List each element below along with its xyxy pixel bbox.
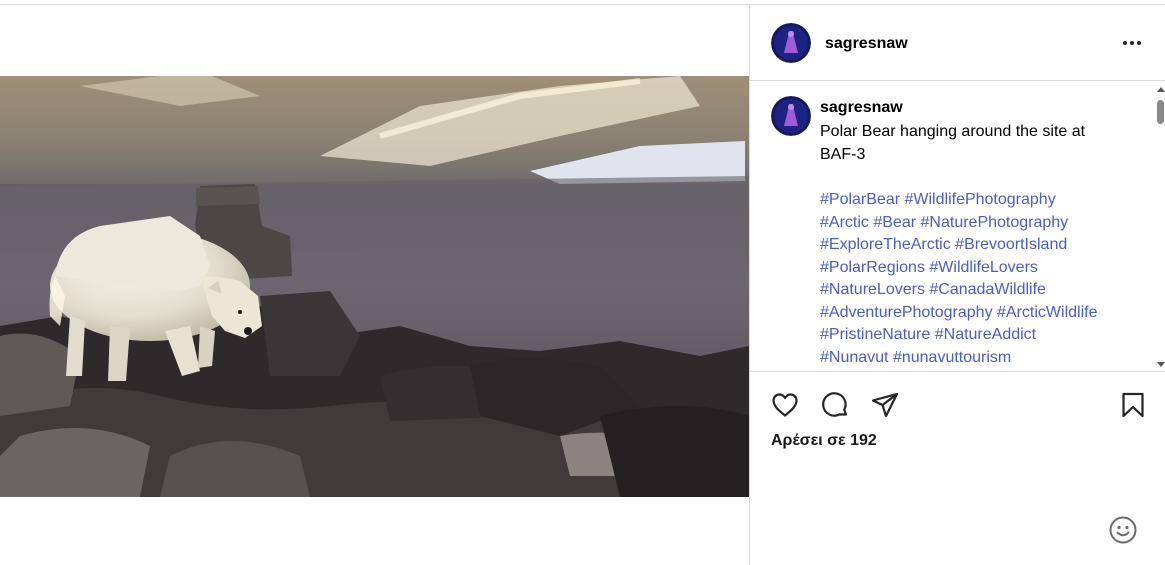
hashtag-link[interactable]: #PristineNature	[820, 326, 930, 343]
scroll-up-arrow-icon[interactable]	[1157, 87, 1165, 92]
post-caption: Polar Bear hanging around the site at BA…	[820, 121, 1150, 166]
author-avatar[interactable]	[771, 23, 811, 63]
hashtag-line: #PolarBear #WildlifePhotography	[820, 189, 1150, 212]
hashtag-line: #PristineNature #NatureAddict	[820, 324, 1150, 347]
hashtag-link[interactable]: #BrevoortIsland	[955, 236, 1067, 253]
hashtag-link[interactable]: #PolarRegions	[820, 259, 925, 276]
post-photo[interactable]	[0, 76, 749, 497]
hashtag-link[interactable]: #ExploreTheArctic	[820, 236, 951, 253]
hashtag-line: #Arctic #Bear #NaturePhotography	[820, 212, 1150, 235]
hashtag-link[interactable]: #WildlifeLovers	[929, 259, 1037, 276]
paper-plane-icon[interactable]	[870, 390, 900, 420]
hashtag-line: #ExploreTheArctic #BrevoortIsland	[820, 234, 1150, 257]
hashtag-link[interactable]: #Arctic	[820, 214, 869, 231]
hashtag-link[interactable]: #NaturePhotography	[921, 214, 1069, 231]
hashtag-link[interactable]: #NatureAddict	[935, 326, 1036, 343]
caption-author-avatar[interactable]	[771, 96, 811, 136]
more-dot	[1137, 41, 1141, 45]
post-actions-bar	[750, 390, 1165, 420]
more-dot	[1123, 41, 1127, 45]
hashtag-line: #Nunavut #nunavuttourism	[820, 347, 1150, 370]
comments-scrollbar[interactable]	[1154, 82, 1165, 371]
comment-icon[interactable]	[820, 390, 850, 420]
more-options-icon[interactable]	[1118, 31, 1146, 55]
hashtag-link[interactable]: #CanadaWildlife	[929, 281, 1046, 298]
bookmark-icon[interactable]	[1118, 390, 1148, 420]
hashtag-line: #AdventurePhotography #ArcticWildlife	[820, 302, 1150, 325]
hashtag-link[interactable]: #Nunavut	[820, 349, 889, 366]
hashtag-link[interactable]: #AdventurePhotography	[820, 304, 993, 321]
more-dot	[1130, 41, 1134, 45]
hashtag-link[interactable]: #nunavuttourism	[893, 349, 1011, 366]
hashtag-line: #NatureLovers #CanadaWildlife	[820, 279, 1150, 302]
comments-section[interactable]: sagresnaw Polar Bear hanging around the …	[750, 82, 1165, 372]
post-details-pane: sagresnaw sagresnaw Polar Bear hanging a…	[749, 5, 1165, 565]
hashtag-link[interactable]: #NatureLovers	[820, 281, 925, 298]
hashtag-link[interactable]: #Bear	[873, 214, 916, 231]
caption-line: Polar Bear hanging around the site at	[820, 123, 1086, 140]
hashtag-list: #PolarBear #WildlifePhotography #Arctic …	[820, 189, 1150, 369]
hashtag-link[interactable]: #WildlifePhotography	[905, 191, 1056, 208]
hashtag-line: #PolarRegions #WildlifeLovers	[820, 257, 1150, 280]
heart-icon[interactable]	[770, 390, 800, 420]
post-header: sagresnaw	[750, 5, 1165, 81]
likes-count[interactable]: Αρέσει σε 192	[771, 432, 877, 450]
hashtag-link[interactable]: #PolarBear	[820, 191, 900, 208]
hashtag-link[interactable]: #ArcticWildlife	[997, 304, 1097, 321]
author-username[interactable]: sagresnaw	[825, 35, 908, 53]
caption-line: BAF-3	[820, 145, 866, 163]
caption-author-username[interactable]: sagresnaw	[820, 99, 903, 117]
scrollbar-thumb[interactable]	[1157, 100, 1164, 124]
media-pane	[0, 5, 749, 565]
emoji-smiley-icon[interactable]	[1108, 515, 1138, 545]
scroll-down-arrow-icon[interactable]	[1157, 362, 1165, 367]
